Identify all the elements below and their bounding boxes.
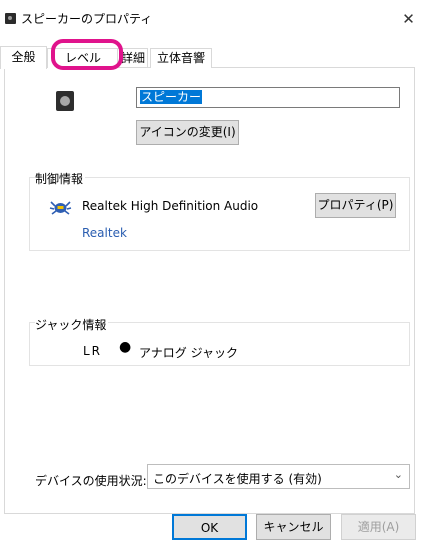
cancel-button[interactable]: キャンセル bbox=[256, 514, 331, 540]
tab-bar: 全般 レベル 詳細 立体音響 bbox=[0, 46, 421, 69]
vendor-link[interactable]: Realtek bbox=[82, 226, 127, 240]
device-usage-select[interactable]: このデバイスを使用する (有効) ⌄ bbox=[147, 464, 410, 489]
speaker-device-icon bbox=[56, 91, 74, 111]
close-button[interactable]: ✕ bbox=[396, 6, 421, 32]
close-icon: ✕ bbox=[402, 10, 415, 28]
speaker-properties-dialog: スピーカーのプロパティ ✕ 全般 レベル 詳細 立体音響 スピーカー アイコンの… bbox=[0, 0, 421, 542]
jack-channels: LR bbox=[83, 344, 103, 358]
window-title: スピーカーのプロパティ bbox=[21, 12, 153, 26]
device-usage-label: デバイスの使用状況: bbox=[35, 474, 147, 488]
properties-button[interactable]: プロパティ(P) bbox=[315, 193, 396, 218]
tab-advanced[interactable]: 詳細 bbox=[117, 48, 148, 67]
tab-general[interactable]: 全般 bbox=[0, 46, 47, 69]
controller-info-label: 制御情報 bbox=[35, 170, 86, 187]
ok-button[interactable]: OK bbox=[172, 514, 247, 540]
tab-advanced-label: 詳細 bbox=[120, 51, 145, 65]
tab-spatial-sound[interactable]: 立体音響 bbox=[150, 48, 212, 68]
tab-levels[interactable]: レベル bbox=[47, 48, 119, 68]
realtek-crab-icon bbox=[49, 201, 72, 215]
device-usage-value: このデバイスを使用する (有効) bbox=[153, 472, 322, 486]
apply-button[interactable]: 適用(A) bbox=[341, 514, 416, 540]
change-icon-button[interactable]: アイコンの変更(I) bbox=[136, 120, 239, 145]
jack-type: アナログ ジャック bbox=[139, 346, 238, 360]
speaker-icon bbox=[5, 13, 16, 24]
device-name-input[interactable]: スピーカー bbox=[136, 87, 400, 108]
chevron-down-icon: ⌄ bbox=[393, 468, 403, 481]
title-bar: スピーカーのプロパティ ✕ bbox=[0, 0, 421, 36]
jack-info-label: ジャック情報 bbox=[35, 316, 109, 333]
driver-name: Realtek High Definition Audio bbox=[82, 199, 259, 213]
device-name-text: スピーカー bbox=[140, 90, 203, 104]
jack-bullet: ● bbox=[119, 339, 132, 355]
